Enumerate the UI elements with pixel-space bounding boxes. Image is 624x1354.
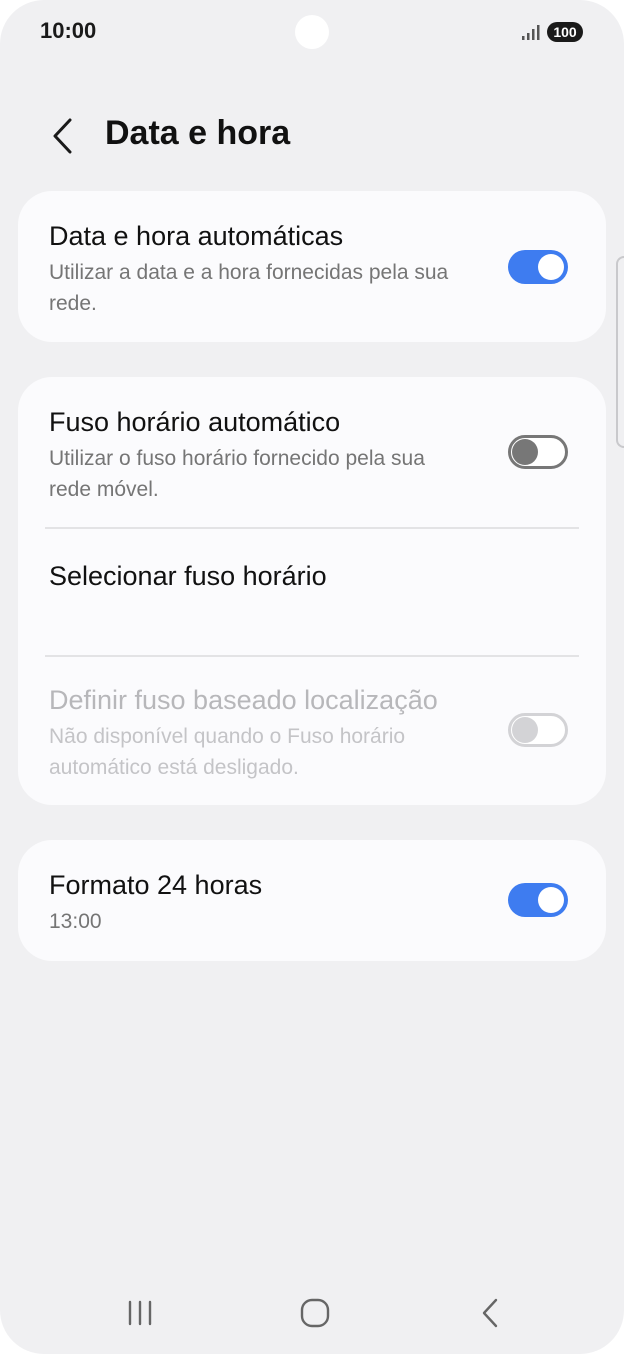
setting-row-location-timezone: Definir fuso baseado localização Não dis… bbox=[18, 657, 606, 805]
setting-subtitle: Utilizar a data e a hora fornecidas pela… bbox=[49, 261, 449, 315]
setting-title: Fuso horário automático bbox=[49, 407, 341, 437]
status-time: 10:00 bbox=[40, 18, 97, 43]
setting-subtitle: 13:00 bbox=[49, 910, 102, 933]
recent-apps-button[interactable] bbox=[110, 1290, 170, 1336]
back-button[interactable] bbox=[42, 116, 82, 156]
settings-card-timezone: Fuso horário automático Utilizar o fuso … bbox=[18, 377, 606, 805]
auto-timezone-toggle[interactable] bbox=[508, 435, 568, 469]
setting-title: Formato 24 horas bbox=[49, 870, 263, 900]
phone-screen: 10:00 100 Data e hora Data e hora automá… bbox=[0, 0, 624, 1354]
format-24h-toggle[interactable] bbox=[508, 883, 568, 917]
home-button[interactable] bbox=[285, 1290, 345, 1336]
setting-row-select-timezone[interactable]: Selecionar fuso horário bbox=[18, 529, 606, 655]
setting-row-auto-datetime[interactable]: Data e hora automáticas Utilizar a data … bbox=[18, 191, 606, 342]
chevron-left-icon bbox=[53, 118, 72, 154]
toggle-knob bbox=[538, 254, 564, 280]
home-icon bbox=[300, 1298, 330, 1328]
auto-datetime-toggle[interactable] bbox=[508, 250, 568, 284]
settings-card-auto-datetime: Data e hora automáticas Utilizar a data … bbox=[18, 191, 606, 342]
setting-title: Definir fuso baseado localização bbox=[49, 685, 438, 715]
toggle-knob bbox=[538, 887, 564, 913]
nav-back-button[interactable] bbox=[460, 1290, 520, 1336]
recent-apps-icon bbox=[128, 1300, 152, 1326]
setting-subtitle: Utilizar o fuso horário fornecido pela s… bbox=[49, 447, 425, 501]
setting-title: Selecionar fuso horário bbox=[49, 561, 327, 591]
scrollbar[interactable] bbox=[616, 256, 624, 448]
toggle-knob bbox=[512, 439, 538, 465]
camera-cutout bbox=[295, 15, 329, 49]
settings-card-format: Formato 24 horas 13:00 bbox=[18, 840, 606, 961]
setting-title: Data e hora automáticas bbox=[49, 221, 344, 251]
toggle-knob bbox=[512, 717, 538, 743]
setting-row-auto-timezone[interactable]: Fuso horário automático Utilizar o fuso … bbox=[18, 377, 606, 527]
signal-icon bbox=[522, 25, 540, 40]
location-timezone-toggle bbox=[508, 713, 568, 747]
setting-subtitle: Não disponível quando o Fuso horário aut… bbox=[49, 725, 406, 779]
setting-row-24h-format[interactable]: Formato 24 horas 13:00 bbox=[18, 840, 606, 961]
battery-indicator: 100 bbox=[547, 22, 583, 42]
page-title: Data e hora bbox=[105, 114, 291, 152]
back-icon bbox=[482, 1298, 498, 1328]
